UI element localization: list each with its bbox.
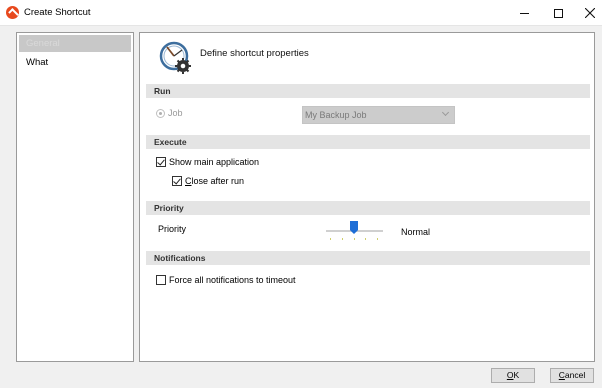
show-main-application-label: Show main application [169,157,260,167]
job-select[interactable]: My Backup Job [302,106,455,124]
job-radio-label: Job [168,108,183,118]
window-title: Create Shortcut [24,7,91,18]
button-label-rest: K [513,370,520,380]
priority-value: Normal [401,227,431,237]
button-label-rest: ancel [564,370,586,380]
sidebar-item-what[interactable]: What [19,54,131,71]
close-after-run-checkbox[interactable]: Close after run [172,176,244,186]
sidebar: General What [16,32,134,362]
chevron-down-icon [441,108,450,117]
checkbox-indicator[interactable] [156,275,166,285]
label-rest: lose after run [191,176,245,186]
section-header-notifications: Notifications [146,251,590,265]
show-main-application-checkbox[interactable]: Show main application [156,157,259,167]
properties-panel: Define shortcut properties Run Job My Ba… [139,32,595,362]
close-icon [585,8,595,18]
section-header-run: Run [146,84,590,98]
ok-button[interactable]: OK [491,368,535,383]
maximize-button[interactable] [541,0,575,26]
app-logo-icon [6,6,19,19]
priority-slider-thumb[interactable] [350,221,358,234]
title-bar: Create Shortcut [0,0,602,26]
job-select-value: My Backup Job [305,110,367,120]
clock-gear-icon [159,41,191,74]
force-notifications-timeout-checkbox[interactable]: Force all notifications to timeout [156,275,296,285]
close-button[interactable] [573,0,602,26]
checkbox-indicator[interactable] [172,176,182,186]
force-notifications-timeout-label: Force all notifications to timeout [169,275,296,285]
sidebar-item-label: General [26,38,60,49]
close-after-run-label: Close after run [185,176,244,186]
sidebar-item-label: What [26,57,49,68]
radio-indicator[interactable] [156,108,165,118]
minimize-button[interactable] [507,0,541,26]
job-radio[interactable]: Job [156,108,183,118]
sidebar-item-general[interactable]: General [19,35,131,52]
section-header-execute: Execute [146,135,590,149]
minimize-icon [519,12,529,14]
page-title: Define shortcut properties [200,48,309,59]
section-header-priority: Priority [146,201,590,215]
cancel-button[interactable]: Cancel [550,368,594,383]
priority-slider-ticks [330,238,378,240]
maximize-icon [553,8,563,18]
priority-label: Priority [158,224,187,234]
checkbox-indicator[interactable] [156,157,166,167]
